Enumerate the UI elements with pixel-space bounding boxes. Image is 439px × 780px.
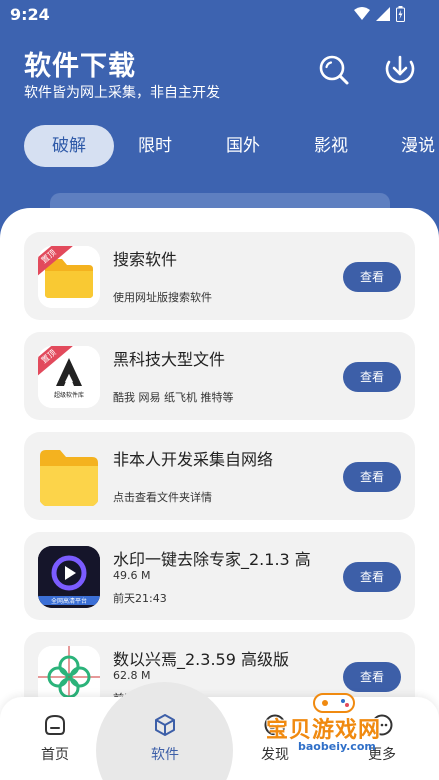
card-size: 62.8 M	[113, 669, 151, 682]
list-item[interactable]: 置顶 搜索软件 使用网址版搜索软件 查看	[24, 232, 415, 320]
tab-limited[interactable]: 限时	[120, 125, 190, 167]
tab-video[interactable]: 影视	[296, 125, 366, 167]
search-icon	[319, 55, 349, 85]
card-size: 49.6 M	[113, 569, 151, 582]
battery-icon	[396, 6, 405, 22]
status-time: 9:24	[10, 5, 50, 24]
page-title: 软件下载	[24, 51, 136, 82]
list-item[interactable]: 非本人开发采集自网络 点击查看文件夹详情 查看	[24, 432, 415, 520]
card-desc: 点击查看文件夹详情	[113, 491, 212, 504]
app-icon	[38, 446, 100, 508]
status-bar: 9:24	[0, 0, 439, 30]
icon-caption: 全网高清平台	[38, 596, 100, 605]
app-icon: 超级软件库 置顶	[38, 346, 100, 408]
card-title: 非本人开发采集自网络	[113, 450, 274, 469]
view-button[interactable]: 查看	[343, 562, 401, 592]
list-item[interactable]: 全网高清平台 水印一键去除专家_2.1.3 高 49.6 M 前天21:43 查…	[24, 532, 415, 620]
tab-foreign[interactable]: 国外	[208, 125, 278, 167]
card-title: 黑科技大型文件	[113, 350, 226, 369]
cube-icon	[155, 714, 175, 736]
nav-label: 软件	[151, 747, 179, 763]
view-button[interactable]: 查看	[343, 262, 401, 292]
card-title: 数以兴焉_2.3.59 高级版	[113, 650, 289, 669]
watermark-url: baobeiy.com	[298, 740, 376, 753]
nav-label: 首页	[41, 747, 69, 763]
app-icon: 全网高清平台	[38, 546, 100, 608]
search-button[interactable]	[316, 52, 352, 88]
watermark-logo: 宝贝游戏网 baobeiy.com	[262, 690, 412, 760]
card-desc: 酷我 网易 纸飞机 推特等	[113, 391, 234, 404]
list-item[interactable]: 超级软件库 置顶 黑科技大型文件 酷我 网易 纸飞机 推特等 查看	[24, 332, 415, 420]
page-subtitle: 软件皆为网上采集，非自主开发	[24, 85, 220, 101]
folder-icon	[40, 450, 98, 506]
wifi-icon	[354, 7, 370, 20]
app-icon: 置顶	[38, 246, 100, 308]
home-icon	[45, 714, 65, 735]
card-date: 前天21:43	[113, 592, 167, 605]
signal-icon	[376, 7, 390, 21]
category-tabs: 破解 限时 国外 影视 漫说	[24, 125, 439, 167]
download-button[interactable]	[382, 52, 418, 88]
view-button[interactable]: 查看	[343, 462, 401, 492]
tab-cracked[interactable]: 破解	[24, 125, 114, 167]
card-title: 搜索软件	[113, 250, 178, 269]
card-desc: 使用网址版搜索软件	[113, 291, 212, 304]
view-button[interactable]: 查看	[343, 662, 401, 692]
nav-item-software[interactable]: 软件	[135, 712, 195, 764]
card-title: 水印一键去除专家_2.1.3 高	[113, 550, 311, 569]
view-button[interactable]: 查看	[343, 362, 401, 392]
nav-item-home[interactable]: 首页	[25, 712, 85, 764]
tab-comics[interactable]: 漫说	[388, 125, 439, 167]
status-icons	[354, 6, 405, 22]
logo-caption: 超级软件库	[53, 392, 84, 399]
download-icon	[385, 55, 415, 84]
